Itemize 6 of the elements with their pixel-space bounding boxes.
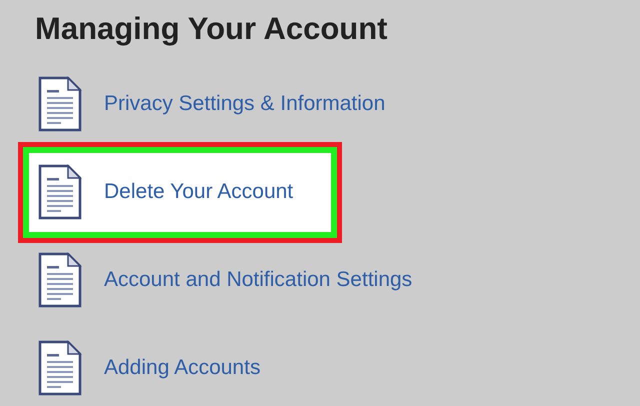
document-icon xyxy=(38,252,82,308)
document-icon xyxy=(38,164,82,220)
menu-item[interactable]: Delete Your Account xyxy=(18,142,342,242)
document-icon xyxy=(38,340,82,396)
document-icon xyxy=(38,76,82,132)
section-heading: Managing Your Account xyxy=(34,10,388,48)
